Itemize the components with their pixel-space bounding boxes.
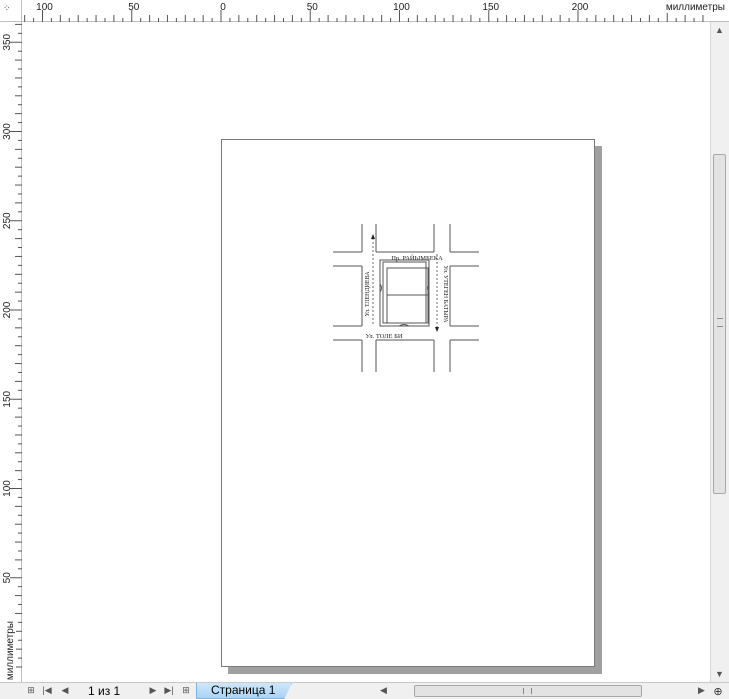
- vertical-ruler[interactable]: 350 300 250 200 150 100 50 миллиметры: [0, 22, 22, 682]
- zoom-icon: ⊕: [713, 685, 723, 698]
- ruler-label: 200: [572, 2, 589, 13]
- scroll-down-icon[interactable]: ▼: [715, 669, 724, 679]
- ruler-label: 0: [220, 2, 226, 13]
- street-label-left: Ул. ТЛЕНДИЕВА: [365, 271, 371, 317]
- street-map-drawing[interactable]: Пр. РАЙЫМБЕКА Ул. ТОЛЕ БИ Ул. ТЛЕНДИЕВА …: [333, 224, 479, 372]
- vertical-scroll-thumb[interactable]: [713, 154, 726, 494]
- next-page-icon: ▶: [149, 685, 157, 695]
- ruler-label: 50: [2, 572, 13, 584]
- vertical-ruler-ticks: 350 300 250 200 150 100 50: [2, 23, 22, 668]
- add-page-after-button[interactable]: ⊞: [179, 684, 193, 697]
- ruler-label: 350: [2, 33, 13, 50]
- page-navigator-bar: ⊞ |◀ ◀ 1 из 1 ▶ ▶| ⊞ Страница 1 ◀ ▶ ⊕: [0, 682, 729, 699]
- scroll-up-icon[interactable]: ▲: [715, 25, 724, 35]
- ruler-label: 250: [2, 212, 13, 229]
- page-tab-label: Страница 1: [211, 683, 276, 697]
- ruler-label: 200: [2, 301, 13, 318]
- ruler-label: 300: [2, 123, 13, 140]
- add-page-icon: ⊞: [182, 685, 190, 695]
- scroll-left-icon[interactable]: ◀: [380, 685, 387, 696]
- tab-page-1[interactable]: Страница 1: [196, 683, 292, 699]
- prev-page-button[interactable]: ◀: [58, 684, 72, 697]
- add-page-icon: ⊞: [27, 685, 35, 695]
- document-page[interactable]: Пр. РАЙЫМБЕКА Ул. ТОЛЕ БИ Ул. ТЛЕНДИЕВА …: [221, 139, 595, 667]
- ruler-label: 100: [393, 2, 410, 13]
- ruler-origin-icon: ⁘: [3, 3, 11, 13]
- ruler-unit-label: миллиметры: [665, 2, 725, 13]
- prev-page-icon: ◀: [61, 685, 69, 695]
- drawing-canvas[interactable]: Пр. РАЙЫМБЕКА Ул. ТОЛЕ БИ Ул. ТЛЕНДИЕВА …: [22, 22, 710, 682]
- ruler-label: 100: [36, 2, 53, 13]
- ruler-label: 150: [482, 2, 499, 13]
- vertical-scrollbar[interactable]: ▲ ▼: [710, 22, 729, 682]
- first-page-icon: |◀: [42, 685, 52, 695]
- ruler-label: 150: [2, 390, 13, 407]
- horizontal-ruler-ticks: 100 50 0 50 100 150 200: [24, 2, 704, 22]
- add-page-before-button[interactable]: ⊞: [24, 684, 38, 697]
- horizontal-scroll-thumb[interactable]: [414, 685, 642, 697]
- scroll-right-icon[interactable]: ▶: [698, 685, 705, 696]
- street-label-top: Пр. РАЙЫМБЕКА: [391, 254, 443, 262]
- first-page-button[interactable]: |◀: [40, 684, 54, 697]
- last-page-button[interactable]: ▶|: [162, 684, 176, 697]
- zoom-button[interactable]: ⊕: [710, 684, 726, 698]
- ruler-label: 100: [2, 480, 13, 497]
- next-page-button[interactable]: ▶: [146, 684, 160, 697]
- last-page-icon: ▶|: [164, 685, 174, 695]
- vertical-ruler-unit-label: миллиметры: [5, 620, 16, 680]
- ruler-label: 50: [307, 2, 319, 13]
- street-label-right: Ул. УТЕГЕН БАТЫРА: [442, 265, 448, 323]
- horizontal-ruler[interactable]: 100 50 0 50 100 150 200 миллиметры: [22, 0, 729, 22]
- page-count: 1 из 1: [88, 684, 121, 698]
- ruler-corner[interactable]: ⁘: [0, 0, 22, 22]
- ruler-label: 50: [128, 2, 140, 13]
- street-label-bottom: Ул. ТОЛЕ БИ: [365, 333, 402, 340]
- horizontal-scrollbar[interactable]: ◀ ▶: [378, 683, 710, 699]
